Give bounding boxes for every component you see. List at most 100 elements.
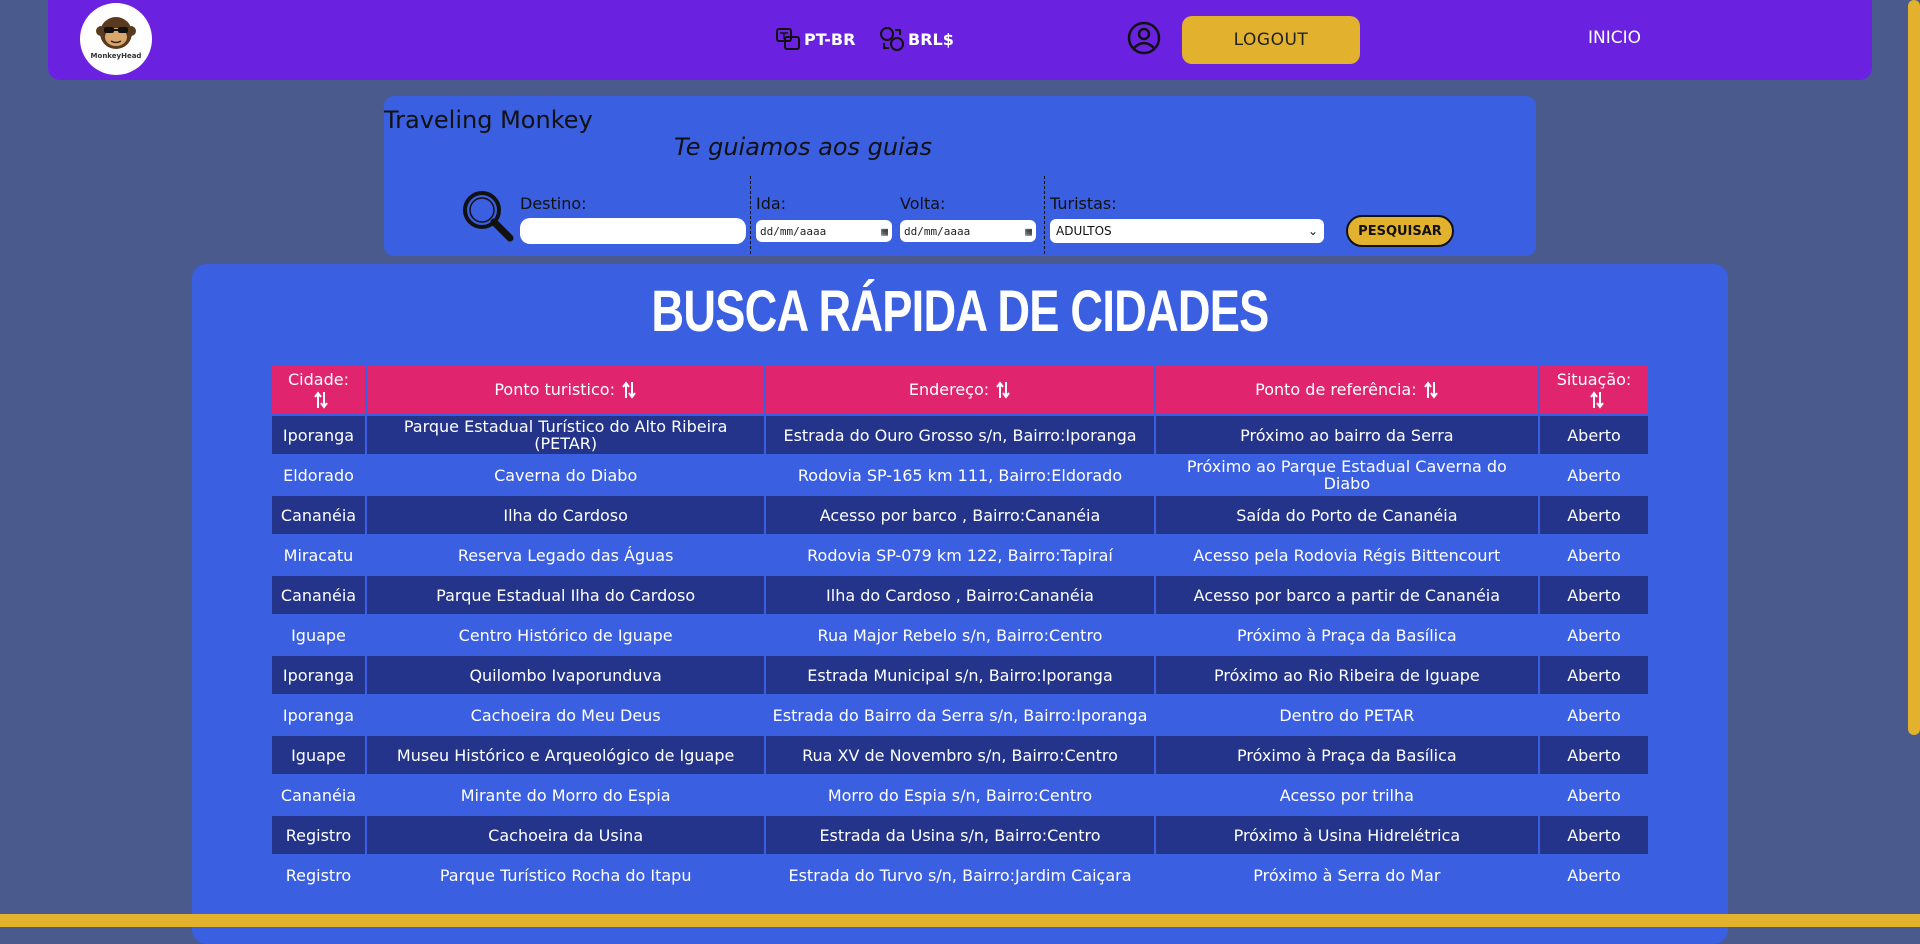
field-divider [1044, 176, 1045, 254]
scroll-right-arrow[interactable] [1880, 917, 1894, 927]
table-title: BUSCA RÁPIDA DE CIDADES [651, 279, 1269, 344]
inicio-link[interactable]: INICIO [1588, 28, 1641, 48]
brand-title: Traveling Monkey [384, 106, 593, 134]
turistas-label: Turistas: [1050, 194, 1117, 213]
pesquisar-button[interactable]: PESQUISAR [1346, 215, 1454, 247]
table-cell: Miracatu [270, 534, 367, 576]
table-cell: Iguape [270, 614, 367, 656]
monkey-logo-icon [96, 17, 136, 49]
column-header[interactable]: Ponto turistico: [364, 364, 767, 416]
table-cell: Estrada do Bairro da Serra s/n, Bairro:I… [764, 694, 1156, 736]
destino-input[interactable] [520, 218, 746, 244]
table-cell: Centro Histórico de Iguape [364, 614, 767, 656]
table-cell: Estrada do Turvo s/n, Bairro:Jardim Caiç… [764, 854, 1156, 896]
table-cell: Registro [270, 854, 367, 896]
table-cell: Parque Turístico Rocha do Itapu [364, 854, 767, 896]
table-cell: Ilha do Cardoso , Bairro:Cananéia [764, 574, 1156, 616]
table-cell: Registro [270, 814, 367, 856]
table-row: Registro Cachoeira da Usina Estrada da Usi… [270, 814, 1650, 856]
sort-icon[interactable] [313, 390, 329, 410]
turistas-select[interactable]: ADULTOS ⌄ [1050, 219, 1324, 243]
table-cell: Iporanga [270, 414, 367, 456]
table-cell: Mirante do Morro do Espia [364, 774, 767, 816]
sort-icon[interactable] [1423, 380, 1439, 400]
table-row: Iporanga Quilombo Ivaporunduva Estrada Mun… [270, 654, 1650, 696]
table-row: Registro Parque Turístico Rocha do Itapu E… [270, 854, 1650, 896]
table-cell: Rodovia SP-165 km 111, Bairro:Eldorado [764, 454, 1156, 496]
table-cell: Próximo ao Parque Estadual Caverna do Di… [1153, 454, 1541, 496]
ida-date-input[interactable]: dd/mm/aaaa ▦ [756, 220, 892, 242]
table-cell: Acesso por barco a partir de Cananéia [1153, 574, 1541, 616]
table-cell: Rua XV de Novembro s/n, Bairro:Centro [764, 734, 1156, 776]
cities-table: Cidade: Ponto turistico: Endereço: Ponto de… [270, 364, 1650, 896]
logout-button[interactable]: LOGOUT [1182, 16, 1360, 64]
top-navbar: MonkeyHead PT-BR BRL$ LOGOUT INICIO [48, 0, 1872, 80]
table-cell: Dentro do PETAR [1153, 694, 1541, 736]
table-cell: Cananéia [270, 774, 367, 816]
vertical-scrollbar[interactable] [1908, 0, 1920, 735]
table-cell: Reserva Legado das Águas [364, 534, 767, 576]
sort-icon[interactable] [1589, 390, 1605, 410]
column-header[interactable]: Cidade: [270, 364, 367, 416]
language-icon [776, 28, 800, 50]
horizontal-scrollbar[interactable] [0, 914, 1920, 927]
table-cell: Próximo à Usina Hidrelétrica [1153, 814, 1541, 856]
table-header-row: Cidade: Ponto turistico: Endereço: Ponto de… [270, 364, 1650, 416]
sort-icon[interactable] [995, 380, 1011, 400]
monkeyhead-logo[interactable]: MonkeyHead [80, 3, 152, 75]
language-selector[interactable]: PT-BR [774, 24, 855, 54]
volta-label: Volta: [900, 194, 946, 213]
table-cell: Museu Histórico e Arqueológico de Iguape [364, 734, 767, 776]
table-cell: Morro do Espia s/n, Bairro:Centro [764, 774, 1156, 816]
column-header-label: Situação: [1556, 370, 1632, 390]
table-cell: Aberto [1538, 854, 1650, 896]
table-row: Iguape Centro Histórico de Iguape Rua Majo… [270, 614, 1650, 656]
search-panel: Traveling Monkey Te guiamos aos guias De… [384, 96, 1536, 256]
table-cell: Iporanga [270, 654, 367, 696]
sort-icon[interactable] [621, 380, 637, 400]
table-cell: Quilombo Ivaporunduva [364, 654, 767, 696]
table-cell: Iporanga [270, 694, 367, 736]
table-cell: Estrada do Ouro Grosso s/n, Bairro:Ipora… [764, 414, 1156, 456]
table-cell: Aberto [1538, 694, 1650, 736]
table-cell: Acesso pela Rodovia Régis Bittencourt [1153, 534, 1541, 576]
currency-selector[interactable]: BRL$ [878, 24, 954, 54]
table-row: Iporanga Parque Estadual Turístico do Alt… [270, 414, 1650, 456]
search-icon [463, 191, 514, 242]
table-cell: Aberto [1538, 734, 1650, 776]
table-cell: Cachoeira da Usina [364, 814, 767, 856]
volta-date-input[interactable]: dd/mm/aaaa ▦ [900, 220, 1036, 242]
table-cell: Aberto [1538, 574, 1650, 616]
destino-label: Destino: [520, 194, 587, 213]
column-header[interactable]: Ponto de referência: [1153, 364, 1541, 416]
volta-date-placeholder: dd/mm/aaaa [904, 224, 971, 238]
column-header[interactable]: Situação: [1538, 364, 1650, 416]
quick-search-panel: BUSCA RÁPIDA DE CIDADES Cidade: Ponto tur… [192, 264, 1728, 944]
table-row: Cananéia Parque Estadual Ilha do Cardoso I… [270, 574, 1650, 616]
table-cell: Rodovia SP-079 km 122, Bairro:Tapiraí [764, 534, 1156, 576]
user-profile-icon[interactable] [1126, 20, 1162, 56]
table-cell: Rua Major Rebelo s/n, Bairro:Centro [764, 614, 1156, 656]
table-cell: Próximo ao bairro da Serra [1153, 414, 1541, 456]
scroll-left-arrow[interactable] [4, 917, 18, 927]
table-cell: Aberto [1538, 814, 1650, 856]
column-header[interactable]: Endereço: [764, 364, 1156, 416]
table-row: Miracatu Reserva Legado das Águas Rodovia … [270, 534, 1650, 576]
turistas-value: ADULTOS [1056, 224, 1112, 238]
table-row: Eldorado Caverna do Diabo Rodovia SP-165 k… [270, 454, 1650, 496]
column-header-label: Ponto turistico: [494, 379, 615, 399]
table-cell: Próximo à Praça da Basílica [1153, 734, 1541, 776]
table-cell: Próximo ao Rio Ribeira de Iguape [1153, 654, 1541, 696]
table-cell: Parque Estadual Ilha do Cardoso [364, 574, 767, 616]
calendar-icon: ▦ [881, 224, 888, 238]
table-cell: Parque Estadual Turístico do Alto Ribeir… [364, 414, 767, 456]
column-header-label: Endereço: [908, 379, 990, 399]
field-divider [750, 176, 751, 254]
calendar-icon: ▦ [1025, 224, 1032, 238]
table-cell: Acesso por barco , Bairro:Cananéia [764, 494, 1156, 536]
table-row: Iguape Museu Histórico e Arqueológico de … [270, 734, 1650, 776]
table-cell: Próximo à Praça da Basílica [1153, 614, 1541, 656]
chevron-down-icon: ⌄ [1307, 224, 1318, 238]
table-cell: Iguape [270, 734, 367, 776]
table-cell: Próximo à Serra do Mar [1153, 854, 1541, 896]
